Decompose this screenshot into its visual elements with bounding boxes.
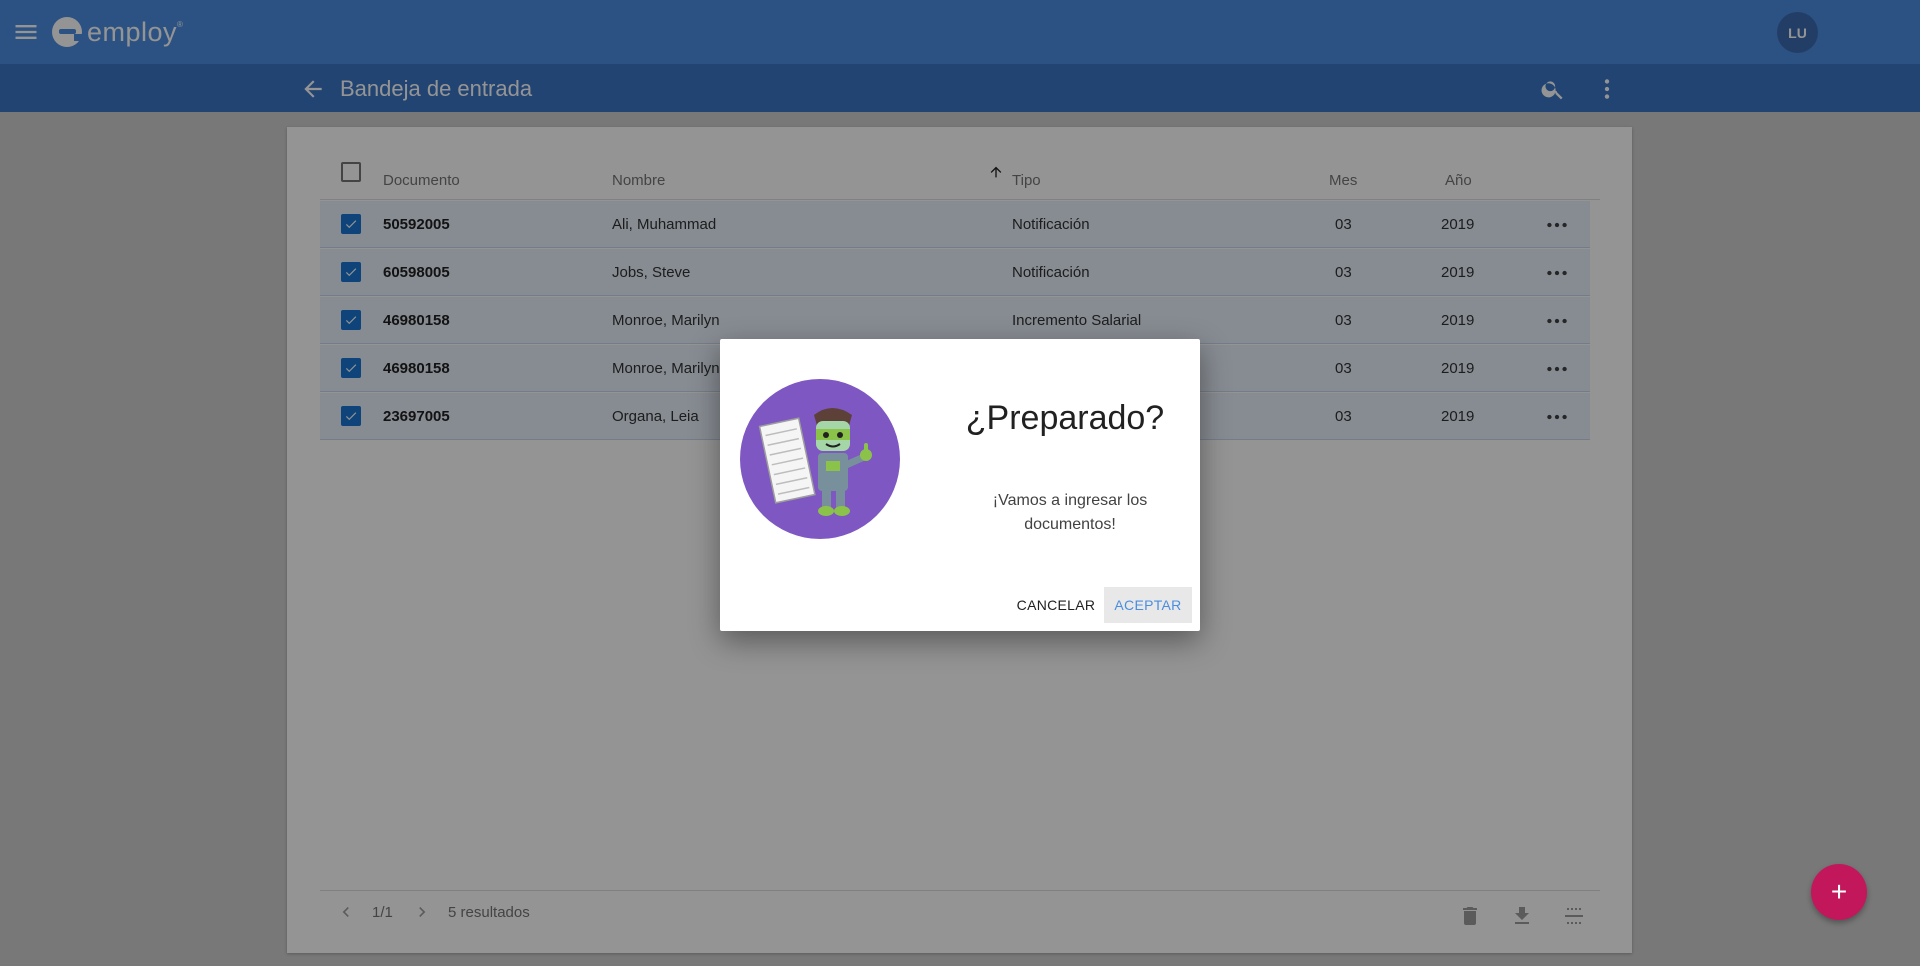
confirm-dialog: ¿Preparado? ¡Vamos a ingresar los docume… (720, 339, 1200, 631)
dialog-title: ¿Preparado? (965, 399, 1165, 437)
cancel-button[interactable]: CANCELAR (1010, 587, 1102, 623)
add-fab-button[interactable]: + (1811, 864, 1867, 920)
robot-illustration-icon (740, 379, 900, 539)
accept-button[interactable]: ACEPTAR (1104, 587, 1192, 623)
dialog-message: ¡Vamos a ingresar los documentos! (992, 492, 1148, 533)
